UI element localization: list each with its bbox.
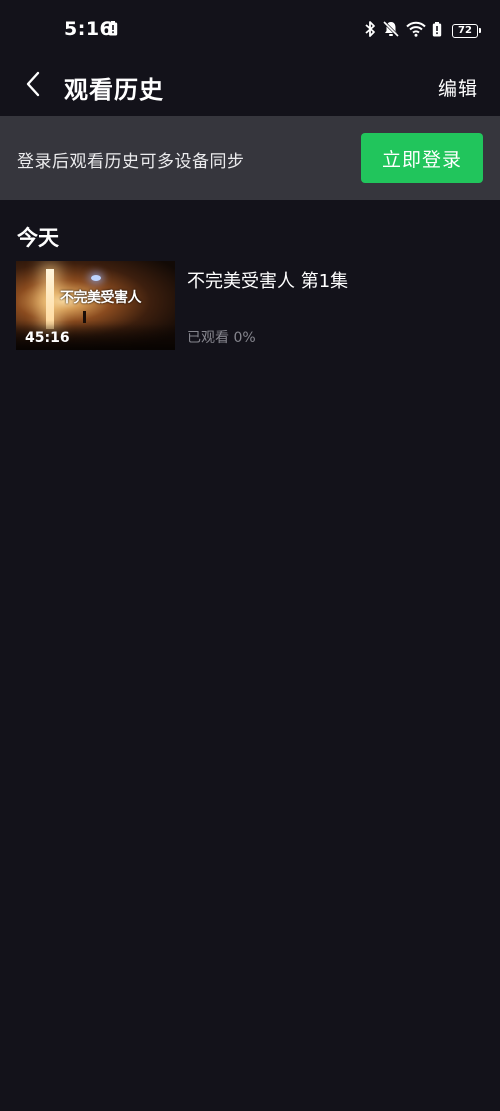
status-bar: 5:16 72 [0,0,500,60]
header: 观看历史 编辑 [0,60,500,114]
wifi-icon [406,21,426,41]
thumbnail-title: 不完美受害人 [60,290,142,306]
bluetooth-icon [364,20,376,42]
status-time: 5:16 [64,18,114,40]
history-item[interactable]: 不完美受害人 45:16 不完美受害人 第1集 已观看 0% [16,261,484,351]
login-hint: 登录后观看历史可多设备同步 [17,152,245,172]
battery-level: 72 [458,25,472,36]
watch-progress: 已观看 0% [187,330,256,346]
edit-button[interactable]: 编辑 [438,74,478,101]
chevron-left-icon [25,71,41,101]
video-duration: 45:16 [25,330,70,346]
battery-icon: 72 [452,24,481,38]
battery-alert-icon [432,21,442,41]
sim-alert-icon [108,21,118,40]
section-title-today: 今天 [17,226,59,250]
login-banner: 登录后观看历史可多设备同步 立即登录 [0,116,500,200]
video-thumbnail[interactable]: 不完美受害人 45:16 [16,261,175,350]
status-icons: 72 [364,20,481,42]
back-button[interactable] [16,69,50,103]
thumbnail-figure [83,311,86,323]
thumbnail-lamp [91,275,101,281]
page-title: 观看历史 [64,76,164,104]
login-button[interactable]: 立即登录 [361,133,483,183]
video-title[interactable]: 不完美受害人 第1集 [187,267,348,293]
mute-bell-icon [382,20,400,42]
